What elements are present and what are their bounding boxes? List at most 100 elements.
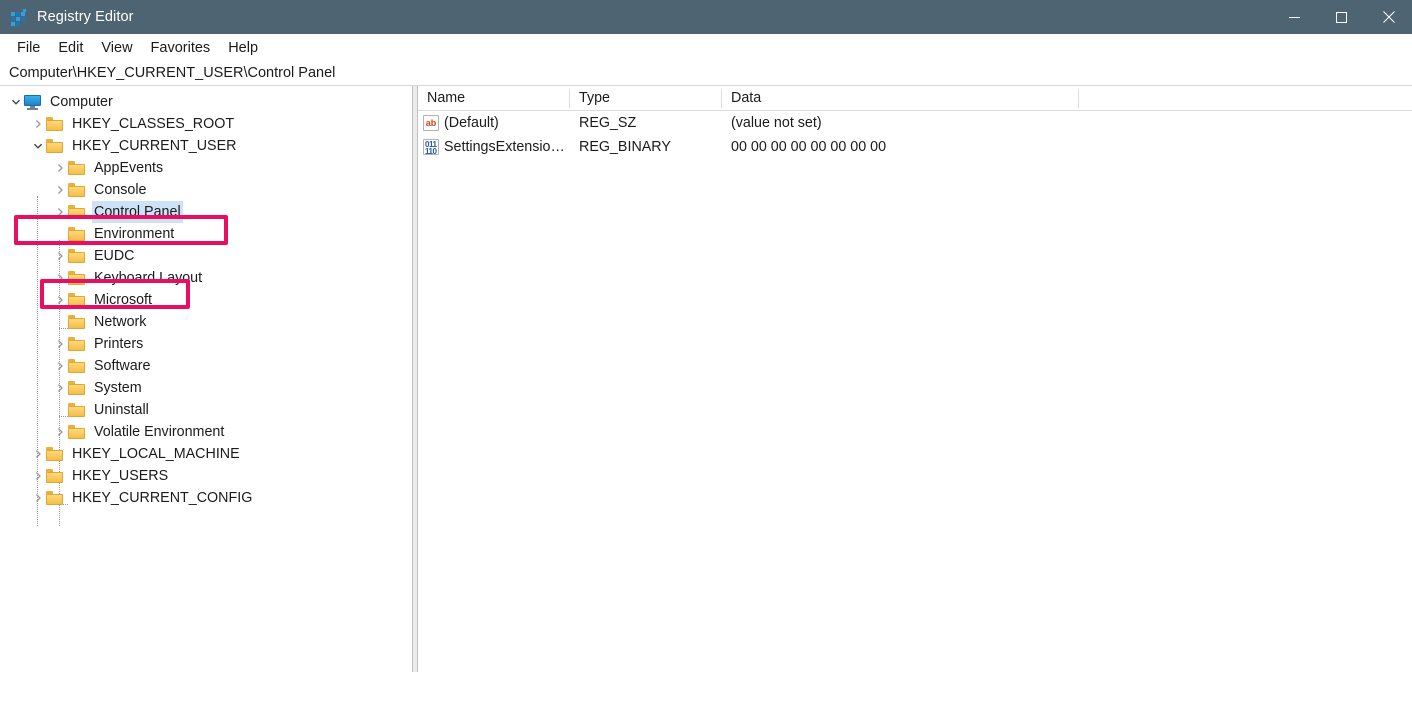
- tree-item-label: System: [92, 377, 144, 399]
- tree-item-label: Environment: [92, 223, 176, 245]
- tree-item-label: Computer: [48, 91, 115, 113]
- column-header-data[interactable]: Data: [722, 86, 1079, 111]
- window-controls: [1271, 0, 1412, 34]
- chevron-right-icon[interactable]: [30, 113, 46, 135]
- registry-path: Computer\HKEY_CURRENT_USER\Control Panel: [9, 65, 335, 81]
- tree-item-label: HKEY_USERS: [70, 465, 170, 487]
- tree-item-label: HKEY_LOCAL_MACHINE: [70, 443, 242, 465]
- chevron-down-icon[interactable]: [30, 135, 46, 157]
- computer-icon: [24, 95, 42, 110]
- tree-item-volatile-environment[interactable]: Volatile Environment: [0, 421, 412, 443]
- chevron-right-icon[interactable]: [52, 377, 68, 399]
- folder-icon: [46, 491, 64, 505]
- folder-icon: [68, 403, 86, 417]
- registry-grid-icon: [11, 9, 27, 25]
- chevron-right-icon[interactable]: [52, 355, 68, 377]
- menu-help[interactable]: Help: [219, 37, 267, 59]
- folder-icon: [68, 183, 86, 197]
- chevron-right-icon[interactable]: [30, 487, 46, 509]
- folder-icon: [68, 359, 86, 373]
- menu-favorites[interactable]: Favorites: [142, 37, 220, 59]
- tree-item-network[interactable]: Network: [0, 311, 412, 333]
- tree-item-eudc[interactable]: EUDC: [0, 245, 412, 267]
- chevron-right-icon[interactable]: [52, 289, 68, 311]
- folder-icon: [68, 381, 86, 395]
- tree-item-hkey-current-user[interactable]: HKEY_CURRENT_USER: [0, 135, 412, 157]
- folder-icon: [46, 139, 64, 153]
- chevron-right-icon[interactable]: [52, 245, 68, 267]
- tree-item-hkey-users[interactable]: HKEY_USERS: [0, 465, 412, 487]
- folder-icon: [46, 117, 64, 131]
- tree-item-label: EUDC: [92, 245, 137, 267]
- title-bar: Registry Editor: [0, 0, 1412, 34]
- tree-item-environment[interactable]: Environment: [0, 223, 412, 245]
- tree-item-label: HKEY_CURRENT_USER: [70, 135, 238, 157]
- folder-icon: [68, 205, 86, 219]
- tree-item-system[interactable]: System: [0, 377, 412, 399]
- tree-item-label: HKEY_CLASSES_ROOT: [70, 113, 236, 135]
- menu-file[interactable]: File: [8, 37, 49, 59]
- column-header-name[interactable]: Name: [418, 86, 570, 111]
- value-name-cell: ab (Default): [418, 115, 570, 131]
- tree-item-appevents[interactable]: AppEvents: [0, 157, 412, 179]
- menu-bar: File Edit View Favorites Help: [0, 34, 1412, 61]
- folder-icon: [68, 227, 86, 241]
- tree-item-console[interactable]: Console: [0, 179, 412, 201]
- folder-icon: [46, 469, 64, 483]
- tree-item-label: Volatile Environment: [92, 421, 226, 443]
- tree-item-computer[interactable]: Computer: [0, 91, 412, 113]
- folder-icon: [68, 425, 86, 439]
- value-type-cell: REG_SZ: [570, 115, 722, 131]
- registry-tree[interactable]: ComputerHKEY_CLASSES_ROOTHKEY_CURRENT_US…: [0, 86, 412, 672]
- column-header-type[interactable]: Type: [570, 86, 722, 111]
- chevron-right-icon[interactable]: [30, 465, 46, 487]
- tree-item-software[interactable]: Software: [0, 355, 412, 377]
- tree-item-keyboard-layout[interactable]: Keyboard Layout: [0, 267, 412, 289]
- value-name-cell: 011110SettingsExtensio…: [418, 139, 570, 155]
- chevron-right-icon[interactable]: [52, 267, 68, 289]
- value-row[interactable]: ab (Default) REG_SZ(value not set): [418, 111, 1412, 135]
- value-type-cell: REG_BINARY: [570, 139, 722, 155]
- tree-item-label: Keyboard Layout: [92, 267, 204, 289]
- tree-item-hkey-local-machine[interactable]: HKEY_LOCAL_MACHINE: [0, 443, 412, 465]
- tree-item-printers[interactable]: Printers: [0, 333, 412, 355]
- chevron-down-icon[interactable]: [8, 91, 24, 113]
- value-list-header: Name Type Data: [418, 86, 1412, 111]
- chevron-right-icon[interactable]: [52, 333, 68, 355]
- string-value-icon: ab: [423, 115, 439, 131]
- minimize-button[interactable]: [1271, 0, 1318, 34]
- folder-icon: [68, 161, 86, 175]
- tree-leaf-spacer: [52, 311, 68, 333]
- binary-value-icon: 011110: [423, 139, 439, 155]
- value-row[interactable]: 011110SettingsExtensio…REG_BINARY00 00 0…: [418, 135, 1412, 159]
- tree-leaf-spacer: [52, 399, 68, 421]
- chevron-right-icon[interactable]: [52, 157, 68, 179]
- tree-item-label: Printers: [92, 333, 145, 355]
- folder-icon: [68, 315, 86, 329]
- menu-edit[interactable]: Edit: [49, 37, 92, 59]
- chevron-right-icon[interactable]: [30, 443, 46, 465]
- maximize-button[interactable]: [1318, 0, 1365, 34]
- tree-item-label: AppEvents: [92, 157, 165, 179]
- chevron-right-icon[interactable]: [52, 179, 68, 201]
- value-name-text: (Default): [444, 115, 499, 131]
- folder-icon: [68, 293, 86, 307]
- close-button[interactable]: [1365, 0, 1412, 34]
- tree-item-label: Console: [92, 179, 148, 201]
- menu-view[interactable]: View: [92, 37, 141, 59]
- tree-item-hkey-classes-root[interactable]: HKEY_CLASSES_ROOT: [0, 113, 412, 135]
- folder-icon: [46, 447, 64, 461]
- tree-leaf-spacer: [52, 223, 68, 245]
- tree-item-hkey-current-config[interactable]: HKEY_CURRENT_CONFIG: [0, 487, 412, 509]
- value-list[interactable]: Name Type Data ab (Default) REG_SZ(value n…: [418, 86, 1412, 672]
- chevron-right-icon[interactable]: [52, 201, 68, 223]
- tree-item-control-panel[interactable]: Control Panel: [0, 201, 412, 223]
- value-data-cell: (value not set): [722, 115, 1079, 131]
- tree-item-label: Microsoft: [92, 289, 154, 311]
- address-bar[interactable]: Computer\HKEY_CURRENT_USER\Control Panel: [0, 61, 1412, 86]
- tree-item-uninstall[interactable]: Uninstall: [0, 399, 412, 421]
- chevron-right-icon[interactable]: [52, 421, 68, 443]
- main-area: ComputerHKEY_CLASSES_ROOTHKEY_CURRENT_US…: [0, 86, 1412, 672]
- tree-item-microsoft[interactable]: Microsoft: [0, 289, 412, 311]
- tree-item-label: Uninstall: [92, 399, 151, 421]
